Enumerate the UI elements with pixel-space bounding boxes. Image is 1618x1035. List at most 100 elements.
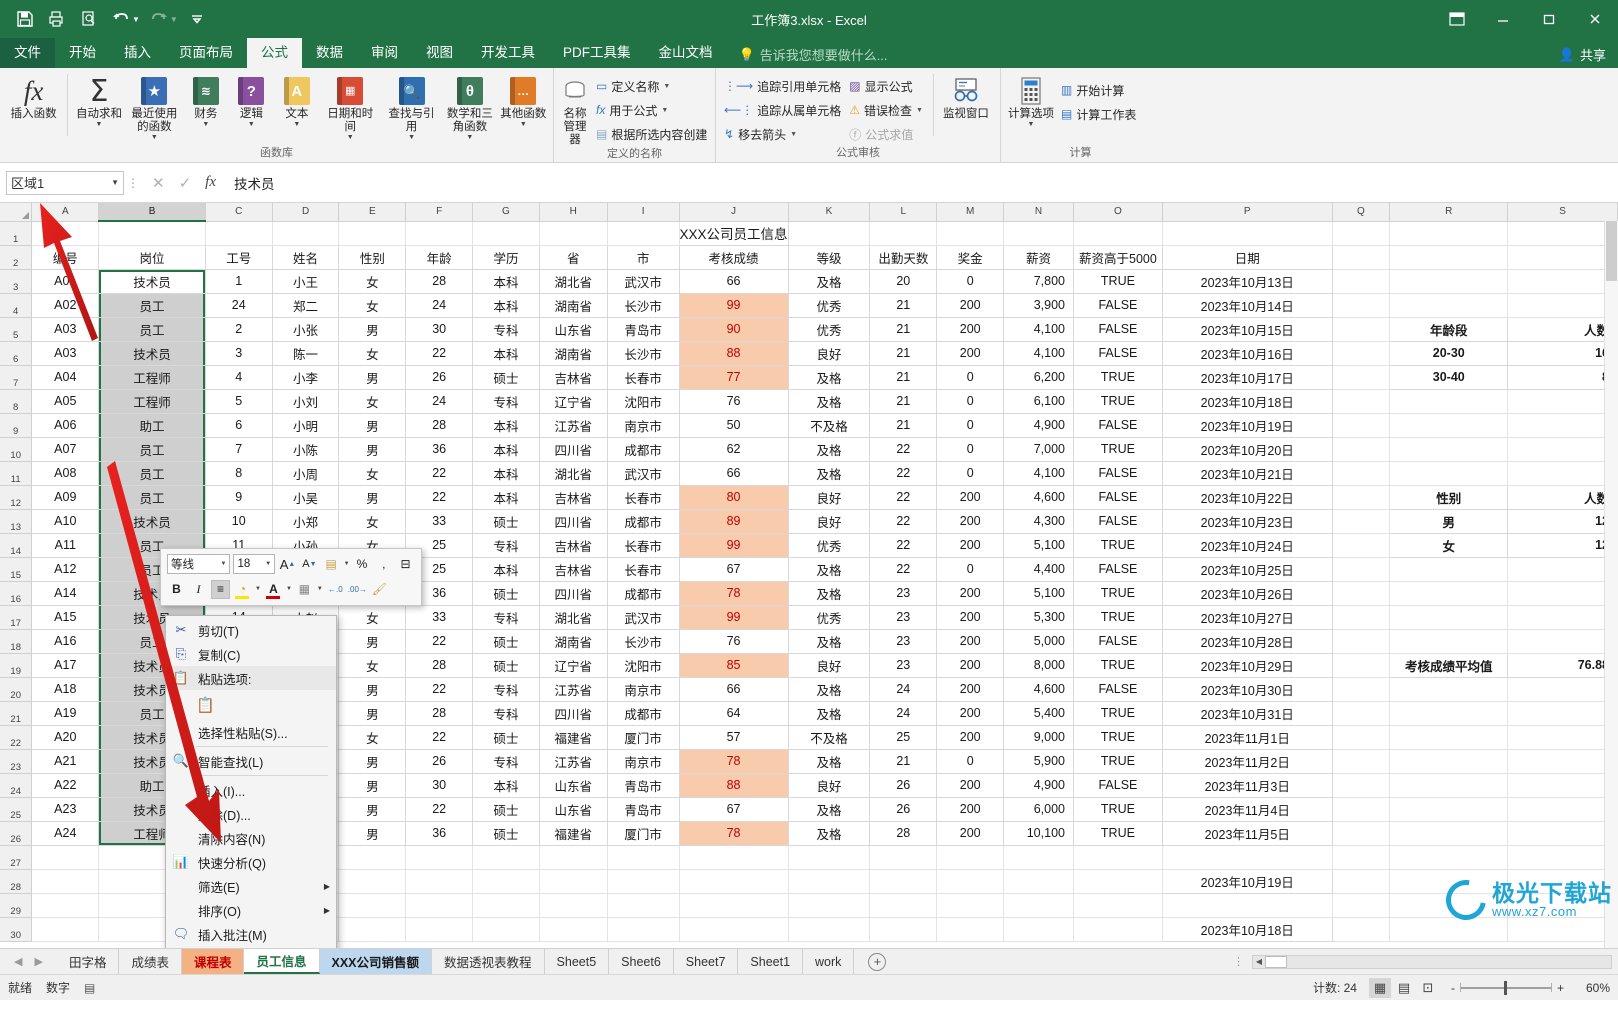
cell-薪资[interactable]: 4,300 [1003,508,1074,534]
cell-省[interactable]: 吉林省 [538,532,608,558]
cell-empty[interactable] [1331,220,1391,246]
tell-me-box[interactable]: 💡 告诉我您想要做什么... [727,45,888,68]
row-header-21[interactable]: 21 [0,700,33,726]
cell-性别[interactable]: 男 [338,316,407,342]
name-box[interactable]: 区域1 ▼ [6,170,124,195]
calculate-now-button[interactable]: ▥ 开始计算 [1057,78,1140,102]
chevron-down-icon[interactable]: ▼ [1028,121,1035,129]
chevron-down-icon[interactable]: ▼ [663,83,670,90]
restore-icon[interactable] [1526,0,1572,38]
cell-empty[interactable] [1331,652,1391,678]
cell-姓名[interactable]: 小刘 [271,388,340,414]
cell-empty[interactable] [1507,412,1618,438]
menu-item-清除内容N[interactable]: 清除内容(N) [166,826,336,850]
cell-empty[interactable] [1331,508,1391,534]
cell-省[interactable]: 四川省 [538,508,608,534]
ribbon-display-options-icon[interactable] [1434,0,1480,38]
cell-empty[interactable] [1507,268,1618,294]
font-color-icon[interactable]: A [264,580,283,599]
cell-市[interactable]: 长春市 [606,532,680,558]
sheet-tab-田字格[interactable]: 田字格 [57,949,120,974]
row-header-24[interactable]: 24 [0,772,33,798]
share-button[interactable]: 👤 共享 [1559,45,1606,64]
cell-empty[interactable] [1389,580,1509,606]
cell-等级[interactable]: 及格 [787,268,871,294]
col-header-M[interactable]: M [936,203,1005,222]
col-header-O[interactable]: O [1073,203,1163,222]
cell-column-label[interactable]: 日期 [1161,244,1333,270]
menu-item-复制C[interactable]: ⎘ 复制(C) [166,642,336,666]
cell-学历[interactable]: 硕士 [472,796,540,822]
cell-学历[interactable]: 硕士 [472,724,540,750]
cell-empty[interactable] [1507,460,1618,486]
cell-extra-date[interactable]: 2023年10月18日 [1161,916,1333,942]
cell-薪资[interactable]: 5,000 [1003,628,1074,654]
cell-市[interactable]: 青岛市 [606,316,680,342]
cell-薪资高于5000[interactable]: TRUE [1072,724,1163,750]
row-header-14[interactable]: 14 [0,532,33,558]
formula-input[interactable]: 技术员 [228,171,1612,195]
remove-arrows-button[interactable]: ↯ 移去箭头 ▼ [720,122,845,146]
cell-奖金[interactable]: 200 [936,628,1005,654]
cell-薪资高于5000[interactable]: TRUE [1072,436,1163,462]
cell-薪资[interactable]: 6,100 [1003,388,1074,414]
sheet-tab-数据透视表教程[interactable]: 数据透视表教程 [432,949,545,974]
cell-奖金[interactable]: 0 [936,556,1005,582]
cell-summary-label[interactable]: 30-40 [1389,364,1509,390]
cell-empty[interactable] [1389,436,1509,462]
cell-empty[interactable] [1389,460,1509,486]
col-header-F[interactable]: F [405,203,474,222]
zoom-slider[interactable]: - + [1451,980,1564,995]
row-header-6[interactable]: 6 [0,340,33,366]
cell-年龄[interactable]: 28 [405,700,474,726]
cell-省[interactable]: 山东省 [538,316,608,342]
cell-empty[interactable] [1507,220,1618,246]
chevron-down-icon[interactable]: ▼ [286,586,292,592]
row-header-23[interactable]: 23 [0,748,33,774]
cell-编号[interactable]: A20 [31,724,100,750]
cell-奖金[interactable]: 0 [936,460,1005,486]
cell-出勤天数[interactable]: 22 [869,484,938,510]
cell-岗位[interactable]: 员工 [98,436,206,462]
cell-省[interactable]: 辽宁省 [538,388,608,414]
cell-等级[interactable]: 及格 [787,556,871,582]
zoom-knob[interactable] [1503,980,1507,995]
cell-日期[interactable]: 2023年10月18日 [1161,388,1333,414]
cell-学历[interactable]: 本科 [472,484,540,510]
cell-学历[interactable]: 硕士 [472,364,540,390]
cell-考核成绩[interactable]: 66 [678,460,789,486]
cell-出勤天数[interactable]: 26 [869,796,938,822]
cell-出勤天数[interactable]: 22 [869,436,938,462]
cell-奖金[interactable]: 200 [936,292,1005,318]
cell-姓名[interactable]: 小李 [271,364,340,390]
cell-薪资[interactable]: 4,100 [1003,316,1074,342]
cell-性别[interactable]: 女 [338,652,407,678]
cell-考核成绩[interactable]: 78 [678,748,789,774]
cell-工号[interactable]: 7 [204,436,273,462]
font-size-select[interactable]: 18 ▼ [233,554,276,574]
chevron-down-icon[interactable]: ▼ [916,107,923,114]
cell-编号[interactable]: A01 [31,268,100,294]
cell-column-label[interactable]: 薪资高于5000 [1072,244,1163,270]
cell-学历[interactable]: 硕士 [472,820,540,846]
sheet-tab-Sheet7[interactable]: Sheet7 [674,949,739,974]
cell-summary-value[interactable]: 人数 [1507,316,1618,342]
sheet-tab-课程表[interactable]: 课程表 [181,949,245,974]
cell-性别[interactable]: 男 [338,676,407,702]
cell-出勤天数[interactable]: 24 [869,700,938,726]
cell-empty[interactable] [1389,820,1509,846]
cell-编号[interactable]: A16 [31,628,100,654]
row-header-22[interactable]: 22 [0,724,33,750]
chevron-down-icon[interactable]: ▼ [790,131,797,138]
cell-出勤天数[interactable]: 23 [869,652,938,678]
cell-奖金[interactable]: 200 [936,316,1005,342]
cell-工号[interactable]: 10 [204,508,273,534]
chevron-down-icon[interactable]: ▼ [466,134,473,142]
cell-年龄[interactable]: 24 [405,292,474,318]
cell-empty[interactable] [869,220,938,246]
chevron-down-icon[interactable]: ▼ [520,121,527,129]
cell-薪资高于5000[interactable]: TRUE [1072,268,1163,294]
cell-薪资高于5000[interactable]: TRUE [1072,820,1163,846]
cell-empty[interactable] [1003,220,1074,246]
cell-性别[interactable]: 女 [338,460,407,486]
